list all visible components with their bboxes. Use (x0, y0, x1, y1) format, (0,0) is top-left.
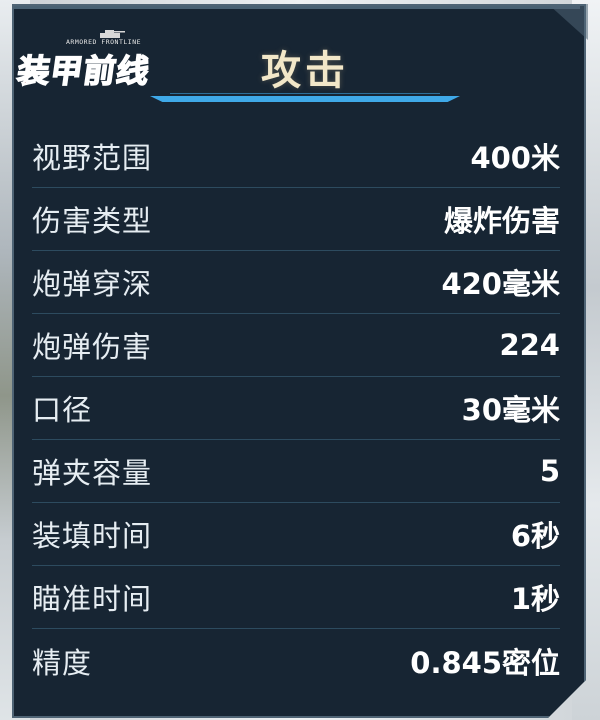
stat-row-reload-time: 装填时间 6秒 (32, 503, 560, 566)
stat-row-accuracy: 精度 0.845密位 (32, 629, 560, 692)
stat-row-shell-damage: 炮弹伤害 224 (32, 314, 560, 377)
stat-label: 弹夹容量 (32, 456, 153, 490)
stat-row-view-range: 视野范围 400米 (32, 125, 560, 188)
stat-label: 口径 (32, 393, 93, 427)
stat-value: 224 (499, 328, 560, 362)
stat-row-caliber: 口径 30毫米 (32, 377, 560, 440)
panel-top-edge (14, 6, 580, 9)
stat-label: 装填时间 (32, 519, 153, 553)
panel-header: 攻击 (150, 20, 460, 104)
stat-label: 精度 (32, 645, 93, 680)
stat-value: 1秒 (510, 582, 560, 616)
stat-label: 瞄准时间 (32, 582, 153, 616)
stat-value: 6秒 (510, 519, 560, 553)
stat-value: 5 (539, 454, 560, 488)
stat-label: 伤害类型 (32, 204, 153, 238)
stat-row-damage-type: 伤害类型 爆炸伤害 (32, 188, 560, 251)
panel-title: 攻击 (261, 48, 349, 94)
stat-label: 炮弹穿深 (32, 267, 153, 301)
title-underline-thin (170, 93, 440, 94)
stat-value: 420毫米 (441, 267, 560, 301)
stat-value: 爆炸伤害 (443, 204, 560, 238)
logo-name: 装甲前线 (14, 51, 153, 91)
stat-row-penetration: 炮弹穿深 420毫米 (32, 251, 560, 314)
stat-value: 0.845密位 (410, 645, 560, 680)
title-accent-bar (150, 96, 460, 102)
stat-row-aim-time: 瞄准时间 1秒 (32, 566, 560, 629)
stats-list: 视野范围 400米 伤害类型 爆炸伤害 炮弹穿深 420毫米 炮弹伤害 224 … (32, 125, 560, 692)
stat-label: 视野范围 (32, 141, 153, 175)
stat-value: 30毫米 (461, 393, 560, 427)
logo-subtitle: ARMORED FRONTLINE (66, 38, 142, 46)
stat-row-magazine-capacity: 弹夹容量 5 (32, 440, 560, 503)
game-logo: ARMORED FRONTLINE 装甲前线 (14, 28, 168, 91)
stat-label: 炮弹伤害 (32, 330, 153, 364)
stat-value: 400米 (470, 141, 560, 175)
